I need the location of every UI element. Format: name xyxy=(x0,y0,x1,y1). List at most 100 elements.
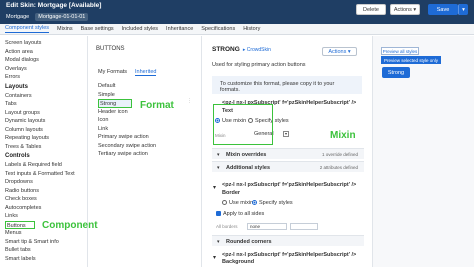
format-list-header: BUTTONS xyxy=(96,46,125,52)
crowdskin-link[interactable]: ▸ CrowdSkin xyxy=(243,47,271,53)
component-annotation: Component xyxy=(42,220,98,231)
mixin-annotation: Mixin xyxy=(330,130,356,141)
format-list-item[interactable]: Link xyxy=(98,125,194,134)
preview-all-button[interactable]: Preview all styles xyxy=(381,47,419,55)
sample-strong-button[interactable]: Strong xyxy=(382,67,410,78)
mixin-overrides-bar[interactable]: ▾ Mixin overrides 1 override defined xyxy=(212,148,364,159)
format-description: Used for styling primary action buttons xyxy=(212,62,306,68)
save-menu-caret[interactable]: ▾ xyxy=(458,4,468,15)
mixin-picker-icon[interactable]: ▾ xyxy=(283,131,289,137)
nav-item[interactable]: Smart labels xyxy=(5,255,82,264)
nav-item[interactable]: Layout groups xyxy=(5,109,82,118)
tab-history[interactable]: History xyxy=(243,26,260,32)
nav-item[interactable]: Action area xyxy=(5,48,82,57)
format-name: STRONG xyxy=(212,46,240,53)
copy-note: To customize this format, please copy it… xyxy=(212,76,362,94)
nav-item[interactable]: Repeating layouts xyxy=(5,134,82,143)
nav-item[interactable]: Buttons xyxy=(5,220,35,229)
border-specify-label: Specify styles xyxy=(259,200,293,206)
preview-selected-button[interactable]: Preview selected style only xyxy=(381,56,441,64)
nav-item[interactable]: Tabs xyxy=(5,100,82,109)
format-list-item[interactable]: Simple xyxy=(98,91,194,100)
format-list-item[interactable]: Default xyxy=(98,82,194,91)
tab-included-styles[interactable]: Included styles xyxy=(122,26,158,32)
chevron-down-icon: ▾ xyxy=(217,239,220,245)
nav-item[interactable]: Column layouts xyxy=(5,126,82,135)
nav-item[interactable]: Text inputs & Formatted Text xyxy=(5,170,82,179)
nav-item[interactable]: Dynamic layouts xyxy=(5,117,82,126)
checkbox-checked-icon[interactable] xyxy=(216,211,221,217)
nav-item[interactable]: Errors xyxy=(5,73,82,82)
format-title: STRONG ▸ CrowdSkin xyxy=(212,46,271,53)
tab-inheritance[interactable]: Inheritance xyxy=(166,26,193,32)
nav-item[interactable]: Containers xyxy=(5,92,82,101)
format-list: Default Simple Strong Header icon Icon Link Pr… xyxy=(98,82,194,159)
radio-unchecked-icon[interactable] xyxy=(222,200,227,206)
format-list-panel: BUTTONS My Formats Inherited Default Simp… xyxy=(90,36,202,267)
component-nav: Screen layouts Action area Modal dialogs Ov… xyxy=(0,36,88,267)
nav-item[interactable]: Labels & Required field xyxy=(5,161,82,170)
additional-styles-label: Additional styles xyxy=(226,165,271,171)
preview-panel: Preview all styles Preview selected styl… xyxy=(372,36,474,267)
nav-item[interactable]: Modal dialogs xyxy=(5,56,82,65)
nav-section-heading: Controls xyxy=(5,153,30,159)
apply-all-sides-checkbox[interactable]: Apply to all sides xyxy=(216,211,264,217)
format-subtabs: My Formats Inherited xyxy=(98,69,157,76)
crumb-version[interactable]: Mortgage-01-01-01 xyxy=(35,13,89,21)
nav-item[interactable]: Bullet tabs xyxy=(5,246,82,255)
nav-item[interactable]: Screen layouts xyxy=(5,39,82,48)
tab-mixins[interactable]: Mixins xyxy=(57,26,73,32)
border-specify-styles-option[interactable]: Specify styles xyxy=(252,200,293,206)
resize-grip-icon[interactable]: ⋮ xyxy=(187,98,192,106)
nav-item[interactable]: Dropdowns xyxy=(5,178,82,187)
tab-my-formats[interactable]: My Formats xyxy=(98,69,127,76)
border-code: <pz-l nx-l pxSubscript' f='pzSkinHelperS… xyxy=(222,182,357,188)
chevron-down-icon[interactable]: ▾ xyxy=(213,184,216,191)
mixin-overrides-count: 1 override defined xyxy=(321,152,358,157)
background-code: <pz-l nx-l pxSubscript' f='pzSkinHelperS… xyxy=(222,252,357,258)
apply-all-sides-label: Apply to all sides xyxy=(223,211,265,217)
crumb-mortgage[interactable]: Mortgage xyxy=(6,14,29,20)
chevron-down-icon: ▾ xyxy=(217,152,220,158)
mixin-annotation-box xyxy=(213,104,273,145)
format-list-item[interactable]: Strong xyxy=(98,99,132,108)
breadcrumb: Mortgage Mortgage-01-01-01 xyxy=(6,13,89,21)
format-actions-button[interactable]: Actions ▾ xyxy=(322,47,357,56)
border-label: Border xyxy=(222,190,241,196)
nav-item[interactable]: Trees & Tables xyxy=(5,143,82,152)
additional-styles-count: 2 attributes defined xyxy=(319,165,358,170)
radio-checked-icon[interactable] xyxy=(252,200,257,206)
chevron-down-icon[interactable]: ▾ xyxy=(213,254,216,261)
all-borders-label: All borders xyxy=(216,224,238,229)
border-width-input[interactable] xyxy=(290,223,318,230)
format-annotation: Format xyxy=(140,100,174,111)
nav-item[interactable]: Autocompletes xyxy=(5,204,82,213)
additional-styles-bar[interactable]: ▾ Additional styles 2 attributes defined xyxy=(212,161,364,172)
tab-inherited[interactable]: Inherited xyxy=(135,69,157,76)
tab-base-settings[interactable]: Base settings xyxy=(81,26,114,32)
tab-component-styles[interactable]: Component styles xyxy=(5,25,50,33)
nav-item[interactable]: Smart tip & Smart info xyxy=(5,238,82,247)
format-list-item[interactable]: Icon xyxy=(98,116,194,125)
format-list-item[interactable]: Secondary swipe action xyxy=(98,142,194,151)
rounded-corners-bar[interactable]: ▾ Rounded corners xyxy=(212,235,364,246)
background-label: Background xyxy=(222,259,255,265)
save-button[interactable]: Save xyxy=(428,4,458,15)
page-title: Edit Skin: Mortgage [Available] xyxy=(6,2,102,9)
actions-button[interactable]: Actions ▾ xyxy=(390,4,420,15)
format-list-item[interactable]: Tertiary swipe action xyxy=(98,150,194,159)
nav-item[interactable]: Radio buttons xyxy=(5,187,82,196)
main-tabs: Component styles Mixins Base settings In… xyxy=(0,24,474,35)
nav-section-heading: Layouts xyxy=(5,83,29,90)
delete-button[interactable]: Delete xyxy=(356,4,386,15)
top-bar: Edit Skin: Mortgage [Available] Mortgage… xyxy=(0,0,474,24)
nav-item[interactable]: Overlays xyxy=(5,65,82,74)
tab-specifications[interactable]: Specifications xyxy=(201,26,235,32)
nav-item[interactable]: Check boxes xyxy=(5,195,82,204)
format-list-item[interactable]: Primary swipe action xyxy=(98,133,194,142)
border-use-mixin-option[interactable]: Use mixin xyxy=(222,200,253,206)
all-borders-select[interactable]: none xyxy=(247,223,287,230)
rounded-corners-label: Rounded corners xyxy=(226,239,272,245)
border-use-mixin-label: Use mixin xyxy=(229,200,254,206)
mixin-overrides-label: Mixin overrides xyxy=(226,152,267,158)
